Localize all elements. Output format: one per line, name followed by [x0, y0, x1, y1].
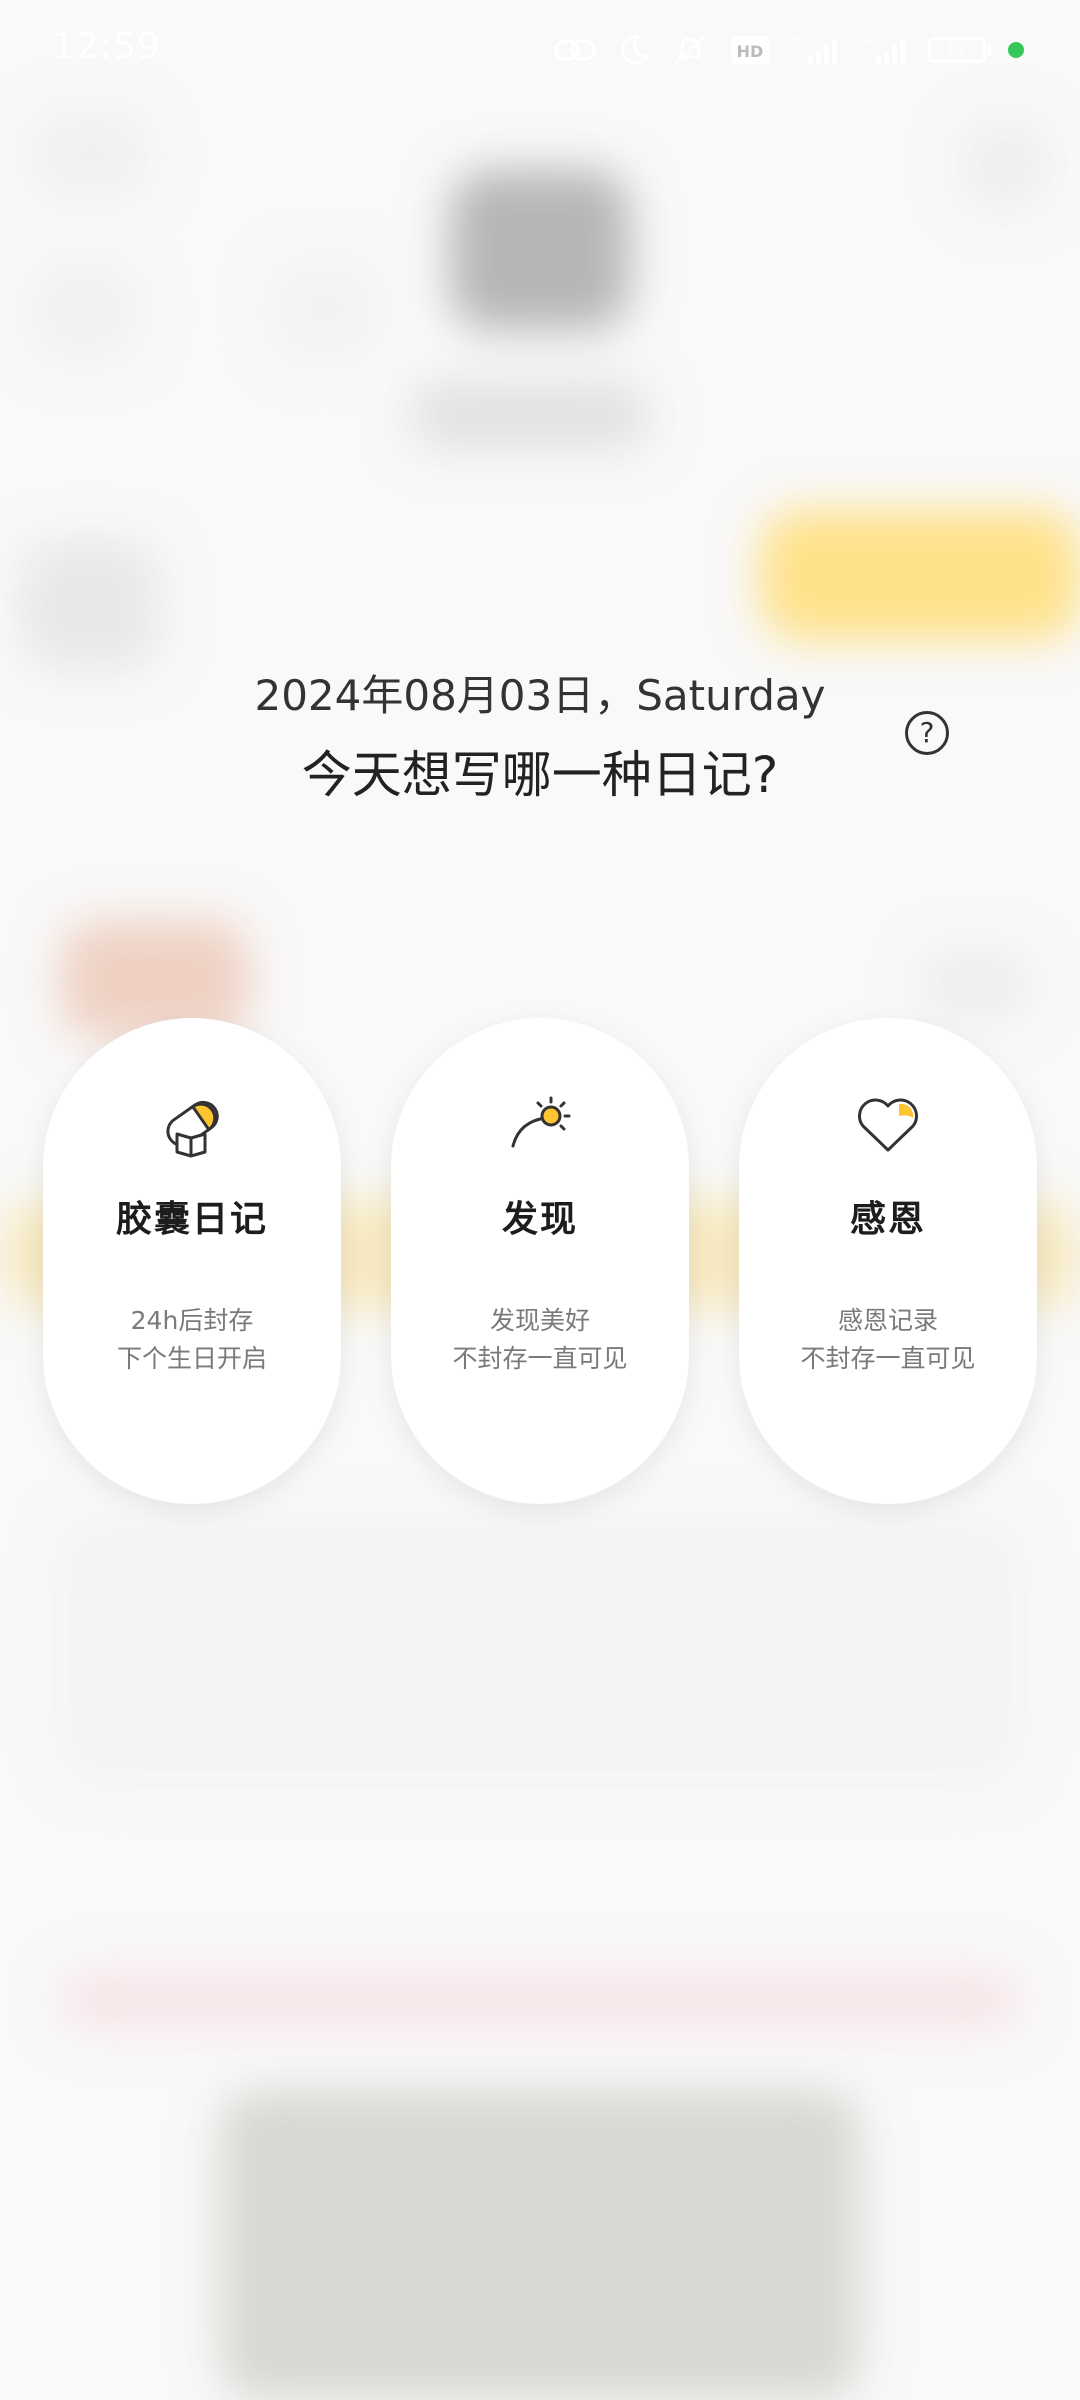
signal-5g-icon-2: 5G	[860, 36, 905, 64]
svg-text:5G: 5G	[860, 36, 874, 47]
diary-option-discover[interactable]: 发现 发现美好 不封存一直可见	[391, 1018, 689, 1504]
diary-option-capsule[interactable]: 胶囊日记 24h后封存 下个生日开启	[43, 1018, 341, 1504]
battery-icon: 67	[928, 37, 991, 63]
option-title: 感恩	[849, 1199, 926, 1240]
option-desc-line2: 下个生日开启	[116, 1344, 267, 1373]
status-icons: HD 5G 5G 67	[554, 28, 1024, 72]
hd-icon: HD	[731, 36, 769, 64]
option-title: 发现	[501, 1199, 578, 1240]
heart-icon	[739, 1088, 1037, 1158]
diary-option-gratitude[interactable]: 感恩 感恩记录 不封存一直可见	[739, 1018, 1037, 1504]
capsule-icon	[43, 1088, 341, 1158]
moon-icon	[621, 35, 650, 65]
option-desc-line1: 发现美好	[489, 1306, 590, 1335]
svg-text:HD: HD	[737, 42, 764, 61]
privacy-indicator-dot	[1008, 42, 1024, 58]
svg-text:5G: 5G	[792, 36, 806, 47]
signal-5g-icon: 5G	[792, 36, 837, 64]
link-icon	[554, 39, 596, 61]
battery-level: 67	[948, 42, 966, 58]
option-desc-line1: 24h后封存	[130, 1306, 254, 1335]
option-title: 胶囊日记	[115, 1199, 268, 1240]
sun-horizon-icon	[391, 1088, 689, 1158]
help-icon[interactable]: ?	[905, 711, 949, 755]
option-desc-line2: 不封存一直可见	[452, 1344, 628, 1373]
option-desc-line2: 不封存一直可见	[800, 1344, 976, 1373]
mute-bell-icon	[674, 35, 706, 65]
status-bar: 12:59 HD 5G 5G 67	[0, 0, 1080, 100]
option-desc-line1: 感恩记录	[837, 1306, 938, 1335]
status-time: 12:59	[52, 26, 161, 67]
